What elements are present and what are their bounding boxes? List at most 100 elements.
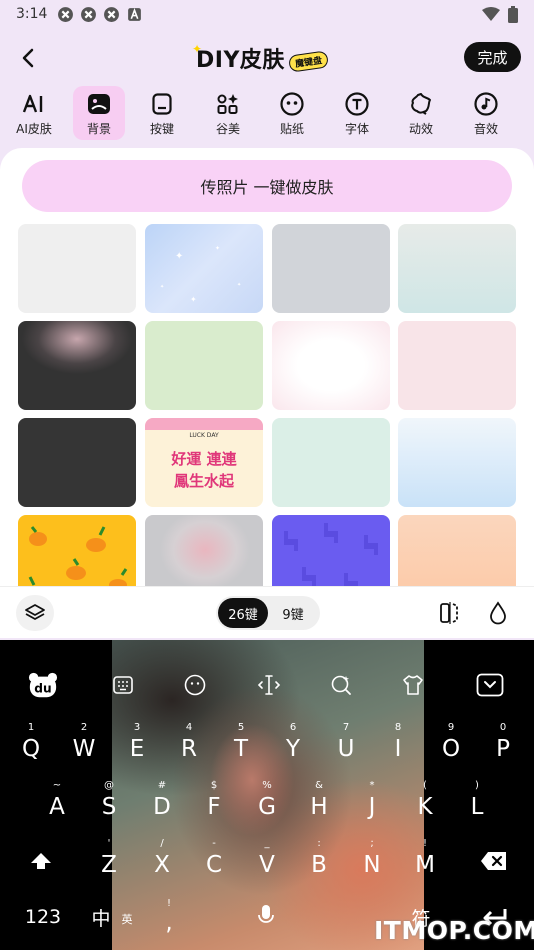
- keyboard-preview: du 1Q 2W 3E 4R 5T 6Y 7U 8I 9O 0P ~ A @ S #…: [0, 640, 534, 950]
- search-button[interactable]: [326, 670, 356, 700]
- layout-9-key[interactable]: 9键: [270, 598, 316, 628]
- background-tile-light-pink[interactable]: [398, 321, 516, 410]
- tab-sound[interactable]: 音效: [460, 86, 512, 140]
- key-r[interactable]: 4R: [172, 722, 206, 762]
- watermark: ITMOP.COM: [374, 916, 534, 945]
- emoji-icon: [184, 674, 206, 696]
- tile-text-line1: 好運 連連: [171, 450, 237, 468]
- key-c[interactable]: -C: [197, 838, 231, 878]
- key-j[interactable]: * J: [355, 780, 389, 820]
- tab-label: AI皮肤: [16, 122, 52, 136]
- sparkle-icon: ✦: [192, 42, 203, 56]
- cursor-move-button[interactable]: [254, 670, 284, 700]
- tile-pink-band: [145, 418, 263, 430]
- keyboard-icon-button[interactable]: [108, 670, 138, 700]
- background-tile-pale-mint[interactable]: [272, 418, 390, 507]
- number-key[interactable]: 123: [18, 902, 68, 932]
- key-t[interactable]: 5T: [224, 722, 258, 762]
- chevron-down-box-icon: [476, 673, 504, 697]
- svg-text:✦: ✦: [237, 282, 241, 288]
- key-m[interactable]: ! M: [408, 838, 442, 878]
- key-l[interactable]: ) L: [460, 780, 494, 820]
- background-tile-mango-yellow[interactable]: [18, 515, 136, 590]
- tab-font[interactable]: 字体: [331, 86, 383, 140]
- app-notification-icon: [58, 6, 74, 22]
- background-tile-light-green[interactable]: [145, 321, 263, 410]
- background-tile-sky-gradient[interactable]: [398, 418, 516, 507]
- key-b[interactable]: :B: [302, 838, 336, 878]
- status-bar: 3:14: [0, 0, 534, 28]
- key-q[interactable]: 1Q: [14, 722, 48, 762]
- battery-icon: [508, 5, 518, 23]
- key-f[interactable]: $ F: [197, 780, 231, 820]
- layers-button[interactable]: [16, 595, 54, 631]
- svg-text:✦: ✦: [175, 251, 183, 262]
- key-a[interactable]: ~ A: [40, 780, 74, 820]
- tab-background[interactable]: 背景: [73, 86, 125, 140]
- keyboard-toolbar: 26键 9键: [0, 586, 534, 638]
- back-button[interactable]: [14, 44, 42, 72]
- key-y[interactable]: 6Y: [276, 722, 310, 762]
- key-z[interactable]: ' Z: [92, 838, 126, 878]
- done-button[interactable]: 完成: [464, 42, 521, 72]
- bear-logo-icon: du: [28, 672, 58, 698]
- background-tile-dark-gray[interactable]: [18, 418, 136, 507]
- effect-icon: [409, 92, 433, 116]
- cursor-icon: [257, 675, 281, 695]
- background-tile-blue-sparkle[interactable]: ✦ ✦ ✦ ✦ ✦: [145, 224, 263, 313]
- key-k[interactable]: (K: [408, 780, 442, 820]
- key-w[interactable]: 2W: [67, 722, 101, 762]
- background-tile-light-gray[interactable]: [18, 224, 136, 313]
- tab-label: 字体: [344, 122, 369, 136]
- space-key[interactable]: [196, 898, 336, 934]
- svg-text:✦: ✦: [215, 245, 220, 252]
- background-panel: 传照片 一键做皮肤 ✦ ✦ ✦ ✦ ✦ LUCK DAY 好運 連連 鳳生水起: [0, 148, 534, 590]
- wifi-icon: [482, 7, 500, 21]
- layout-26-key[interactable]: 26键: [218, 598, 268, 628]
- background-tile-mint-gradient[interactable]: [398, 224, 516, 313]
- background-tile-blue-alpaca[interactable]: [272, 515, 390, 590]
- key-i[interactable]: 8I: [381, 722, 415, 762]
- tab-ai-skin[interactable]: AI皮肤: [8, 86, 60, 140]
- collapse-keyboard-button[interactable]: [475, 670, 505, 700]
- emoji-button[interactable]: [180, 670, 210, 700]
- du-logo-button[interactable]: du: [28, 670, 58, 700]
- tab-label: 音效: [473, 122, 498, 136]
- key-x[interactable]: / X: [145, 838, 179, 878]
- backspace-key[interactable]: [477, 844, 511, 878]
- upload-photo-button[interactable]: 传照片 一键做皮肤: [22, 160, 512, 212]
- comma-key[interactable]: !,: [156, 898, 182, 936]
- tab-keys[interactable]: 按键: [136, 86, 188, 140]
- tab-stickers[interactable]: 贴纸: [266, 86, 318, 140]
- key-s[interactable]: @ S: [92, 780, 126, 820]
- alpaca-pattern: [284, 523, 378, 590]
- background-tile-gray-pink-blur[interactable]: [145, 515, 263, 590]
- app-notification-icon: [81, 6, 97, 22]
- background-tile-dark-glow[interactable]: [18, 321, 136, 410]
- microphone-icon: [258, 905, 274, 923]
- key-o[interactable]: 9O: [434, 722, 468, 762]
- skin-button[interactable]: [398, 670, 428, 700]
- tab-label: 贴纸: [279, 122, 304, 136]
- tab-label: 谷美: [215, 122, 240, 136]
- ai-icon: [22, 92, 46, 116]
- key-h[interactable]: & H: [302, 780, 336, 820]
- opacity-button[interactable]: [484, 599, 512, 627]
- shift-key[interactable]: [24, 844, 58, 878]
- background-tile-gray[interactable]: [272, 224, 390, 313]
- mirror-button[interactable]: [436, 599, 464, 627]
- tab-gumei[interactable]: 谷美: [202, 86, 254, 140]
- key-v[interactable]: _ V: [250, 838, 284, 878]
- key-n[interactable]: ; N: [355, 838, 389, 878]
- key-p[interactable]: 0P: [486, 722, 520, 762]
- chinese-mode-key[interactable]: 中: [86, 902, 116, 932]
- background-tile-lucky-day[interactable]: LUCK DAY 好運 連連 鳳生水起: [145, 418, 263, 507]
- key-u[interactable]: 7U: [329, 722, 363, 762]
- background-tile-white-pink-glow[interactable]: [272, 321, 390, 410]
- title-badge: 魔键盘: [287, 49, 329, 73]
- tab-effects[interactable]: 动效: [395, 86, 447, 140]
- key-d[interactable]: # D: [145, 780, 179, 820]
- key-e[interactable]: 3E: [120, 722, 154, 762]
- key-g[interactable]: % G: [250, 780, 284, 820]
- background-tile-peach[interactable]: [398, 515, 516, 590]
